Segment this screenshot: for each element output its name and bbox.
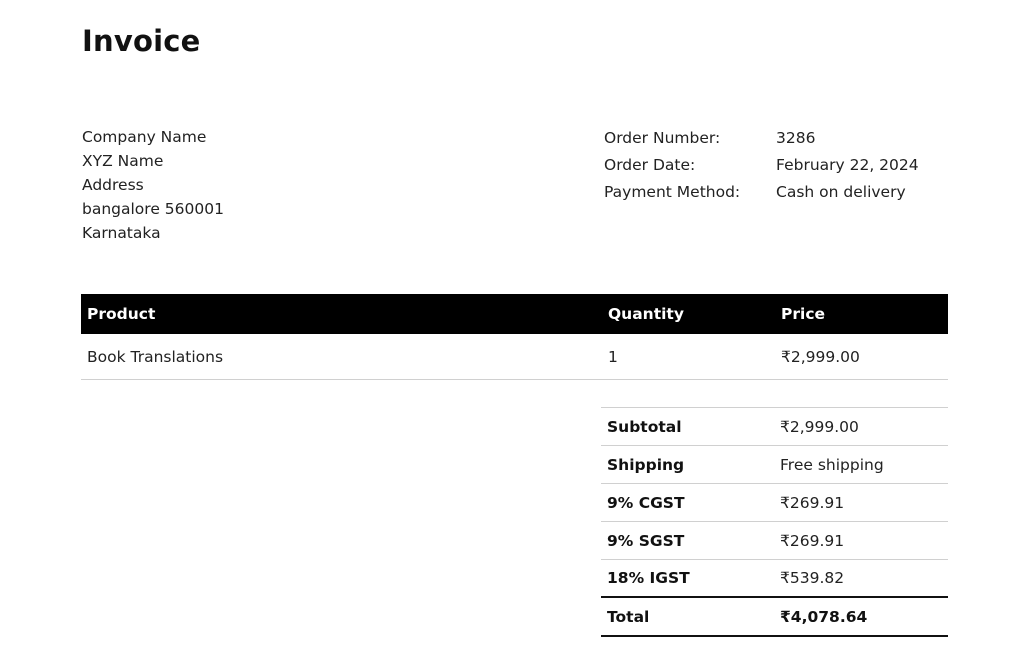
order-number-value: 3286 — [776, 128, 816, 147]
address-line: XYZ Name — [82, 152, 164, 170]
shipping-row: Shipping Free shipping — [601, 446, 948, 484]
total-value: ₹4,078.64 — [780, 607, 868, 626]
order-date-value: February 22, 2024 — [776, 155, 919, 174]
item-price: ₹2,999.00 — [781, 347, 860, 366]
column-header-product: Product — [87, 305, 156, 323]
payment-method-value: Cash on delivery — [776, 182, 906, 201]
table-row: Book Translations 1 ₹2,999.00 — [81, 334, 948, 380]
subtotal-value: ₹2,999.00 — [780, 417, 859, 436]
payment-method-row: Payment Method: Cash on delivery — [604, 178, 919, 205]
igst-label: 18% IGST — [607, 569, 690, 587]
sgst-value: ₹269.91 — [780, 531, 845, 550]
item-quantity: 1 — [608, 347, 618, 366]
subtotal-row: Subtotal ₹2,999.00 — [601, 408, 948, 446]
total-label: Total — [607, 607, 650, 626]
igst-row: 18% IGST ₹539.82 — [601, 560, 948, 598]
item-product: Book Translations — [87, 347, 224, 366]
total-row: Total ₹4,078.64 — [601, 598, 948, 637]
billing-address: Company Name XYZ Name Address bangalore … — [82, 125, 224, 245]
column-header-price: Price — [781, 305, 826, 323]
address-line: Karnataka — [82, 224, 161, 242]
shipping-value: Free shipping — [780, 455, 884, 474]
order-number-label: Order Number: — [604, 128, 721, 147]
payment-method-label: Payment Method: — [604, 182, 741, 201]
items-table: Product Quantity Price Book Translations… — [81, 294, 948, 380]
shipping-label: Shipping — [607, 455, 685, 474]
cgst-value: ₹269.91 — [780, 493, 845, 512]
sgst-label: 9% SGST — [607, 531, 685, 550]
sgst-row: 9% SGST ₹269.91 — [601, 522, 948, 560]
order-number-row: Order Number: 3286 — [604, 124, 919, 151]
order-date-row: Order Date: February 22, 2024 — [604, 151, 919, 178]
igst-value: ₹539.82 — [780, 569, 845, 587]
items-table-header: Product Quantity Price — [81, 294, 948, 334]
address-line: bangalore 560001 — [82, 200, 224, 218]
cgst-row: 9% CGST ₹269.91 — [601, 484, 948, 522]
order-details: Order Number: 3286 Order Date: February … — [604, 124, 919, 205]
column-header-quantity: Quantity — [608, 305, 684, 323]
address-line: Company Name — [82, 128, 207, 146]
invoice-page: Invoice Company Name XYZ Name Address ba… — [0, 0, 1024, 664]
page-title: Invoice — [82, 24, 201, 58]
totals-table: Subtotal ₹2,999.00 Shipping Free shippin… — [601, 407, 948, 637]
cgst-label: 9% CGST — [607, 493, 685, 512]
subtotal-label: Subtotal — [607, 417, 682, 436]
address-line: Address — [82, 176, 144, 194]
order-date-label: Order Date: — [604, 155, 696, 174]
